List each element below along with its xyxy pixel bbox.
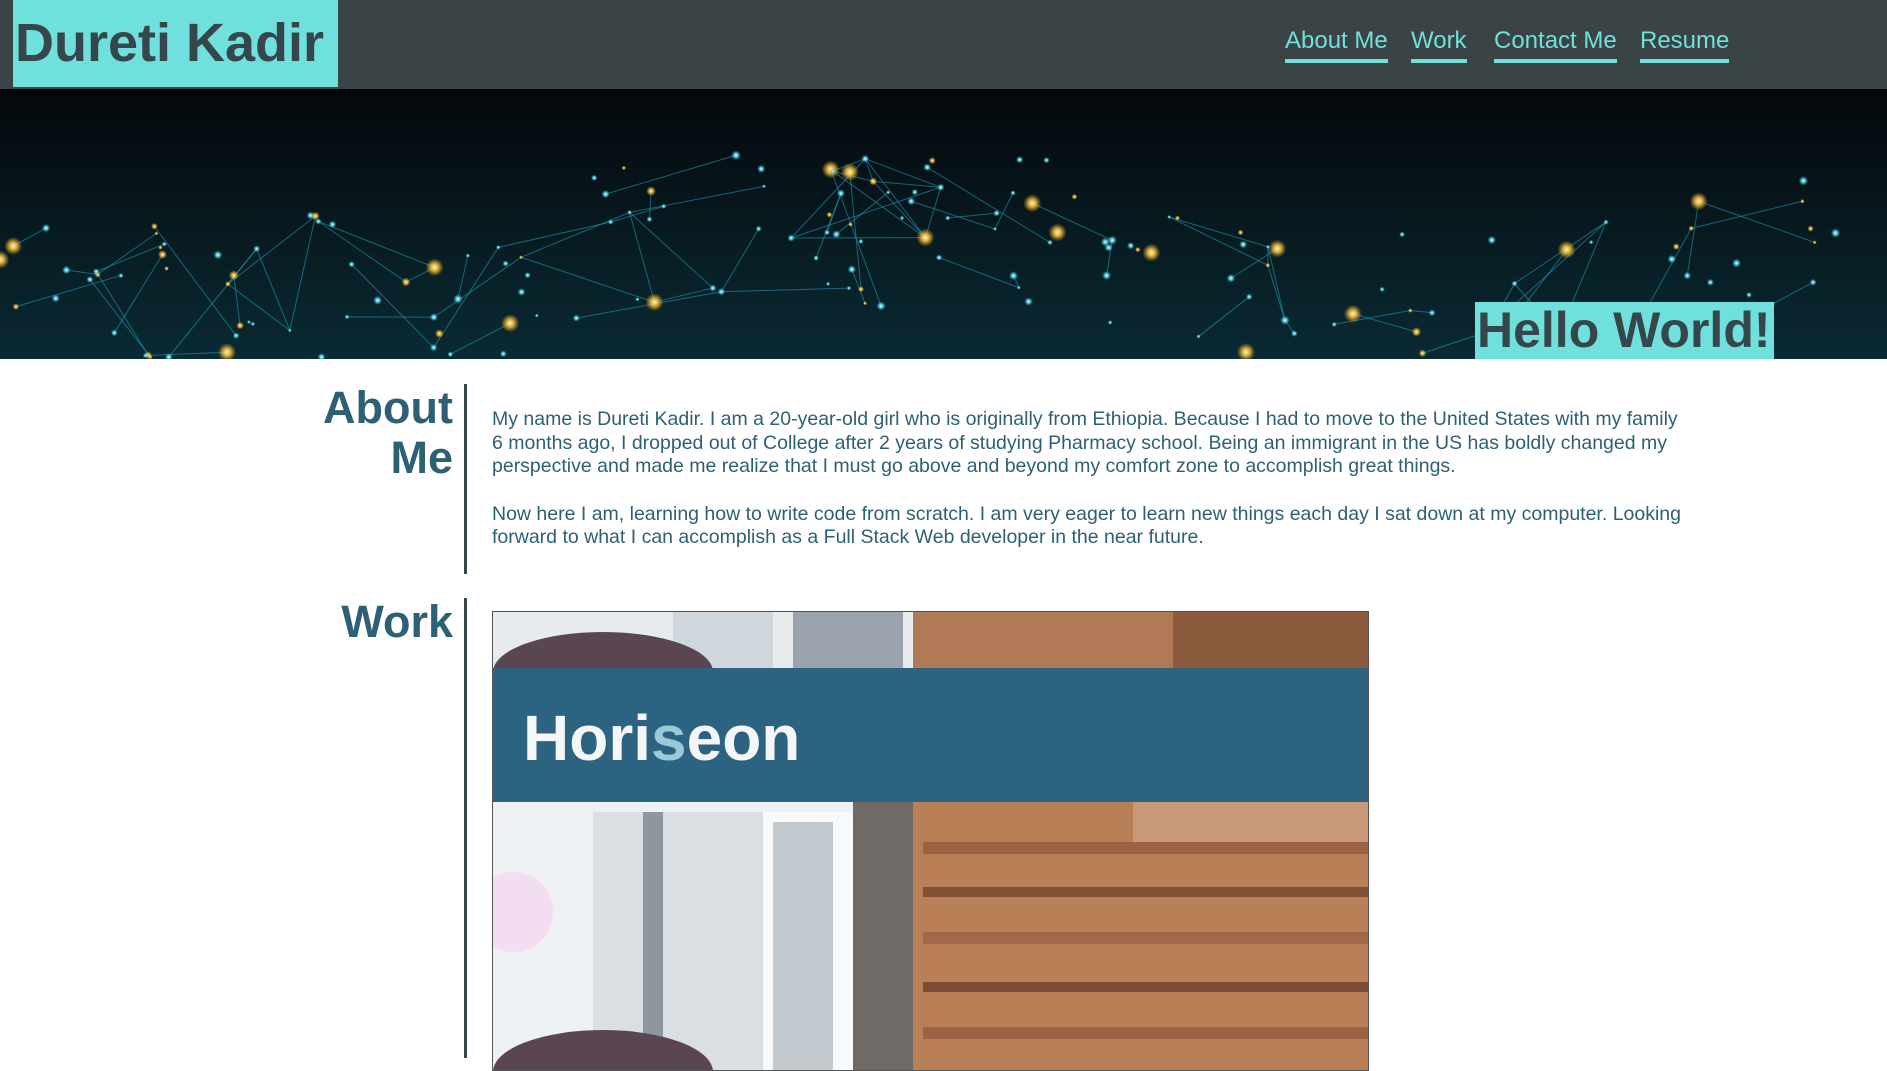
nav-link-work[interactable]: Work <box>1411 27 1467 63</box>
nav-link-resume[interactable]: Resume <box>1640 27 1729 63</box>
project-title-part: Hori <box>523 702 651 774</box>
about-heading: About Me <box>290 383 453 483</box>
about-paragraph: My name is Dureti Kadir. I am a 20-year-… <box>492 408 1682 479</box>
project-title: Horiseon <box>523 706 800 770</box>
site-header: Dureti Kadir About Me Work Contact Me Re… <box>0 0 1887 89</box>
nav-link-about-me[interactable]: About Me <box>1285 27 1388 63</box>
project-title-part: s <box>651 702 687 774</box>
work-divider <box>464 598 467 1058</box>
project-title-part: eon <box>687 702 801 774</box>
hello-world-heading: Hello World! <box>1475 302 1774 359</box>
project-card-horiseon[interactable]: Horiseon <box>492 611 1369 1071</box>
work-heading: Work <box>290 597 453 647</box>
nav-link-contact-me[interactable]: Contact Me <box>1494 27 1617 63</box>
main-nav: About Me Work Contact Me Resume <box>0 0 1887 89</box>
about-divider <box>464 384 467 574</box>
about-body: My name is Dureti Kadir. I am a 20-year-… <box>492 408 1682 550</box>
about-paragraph: Now here I am, learning how to write cod… <box>492 503 1682 550</box>
